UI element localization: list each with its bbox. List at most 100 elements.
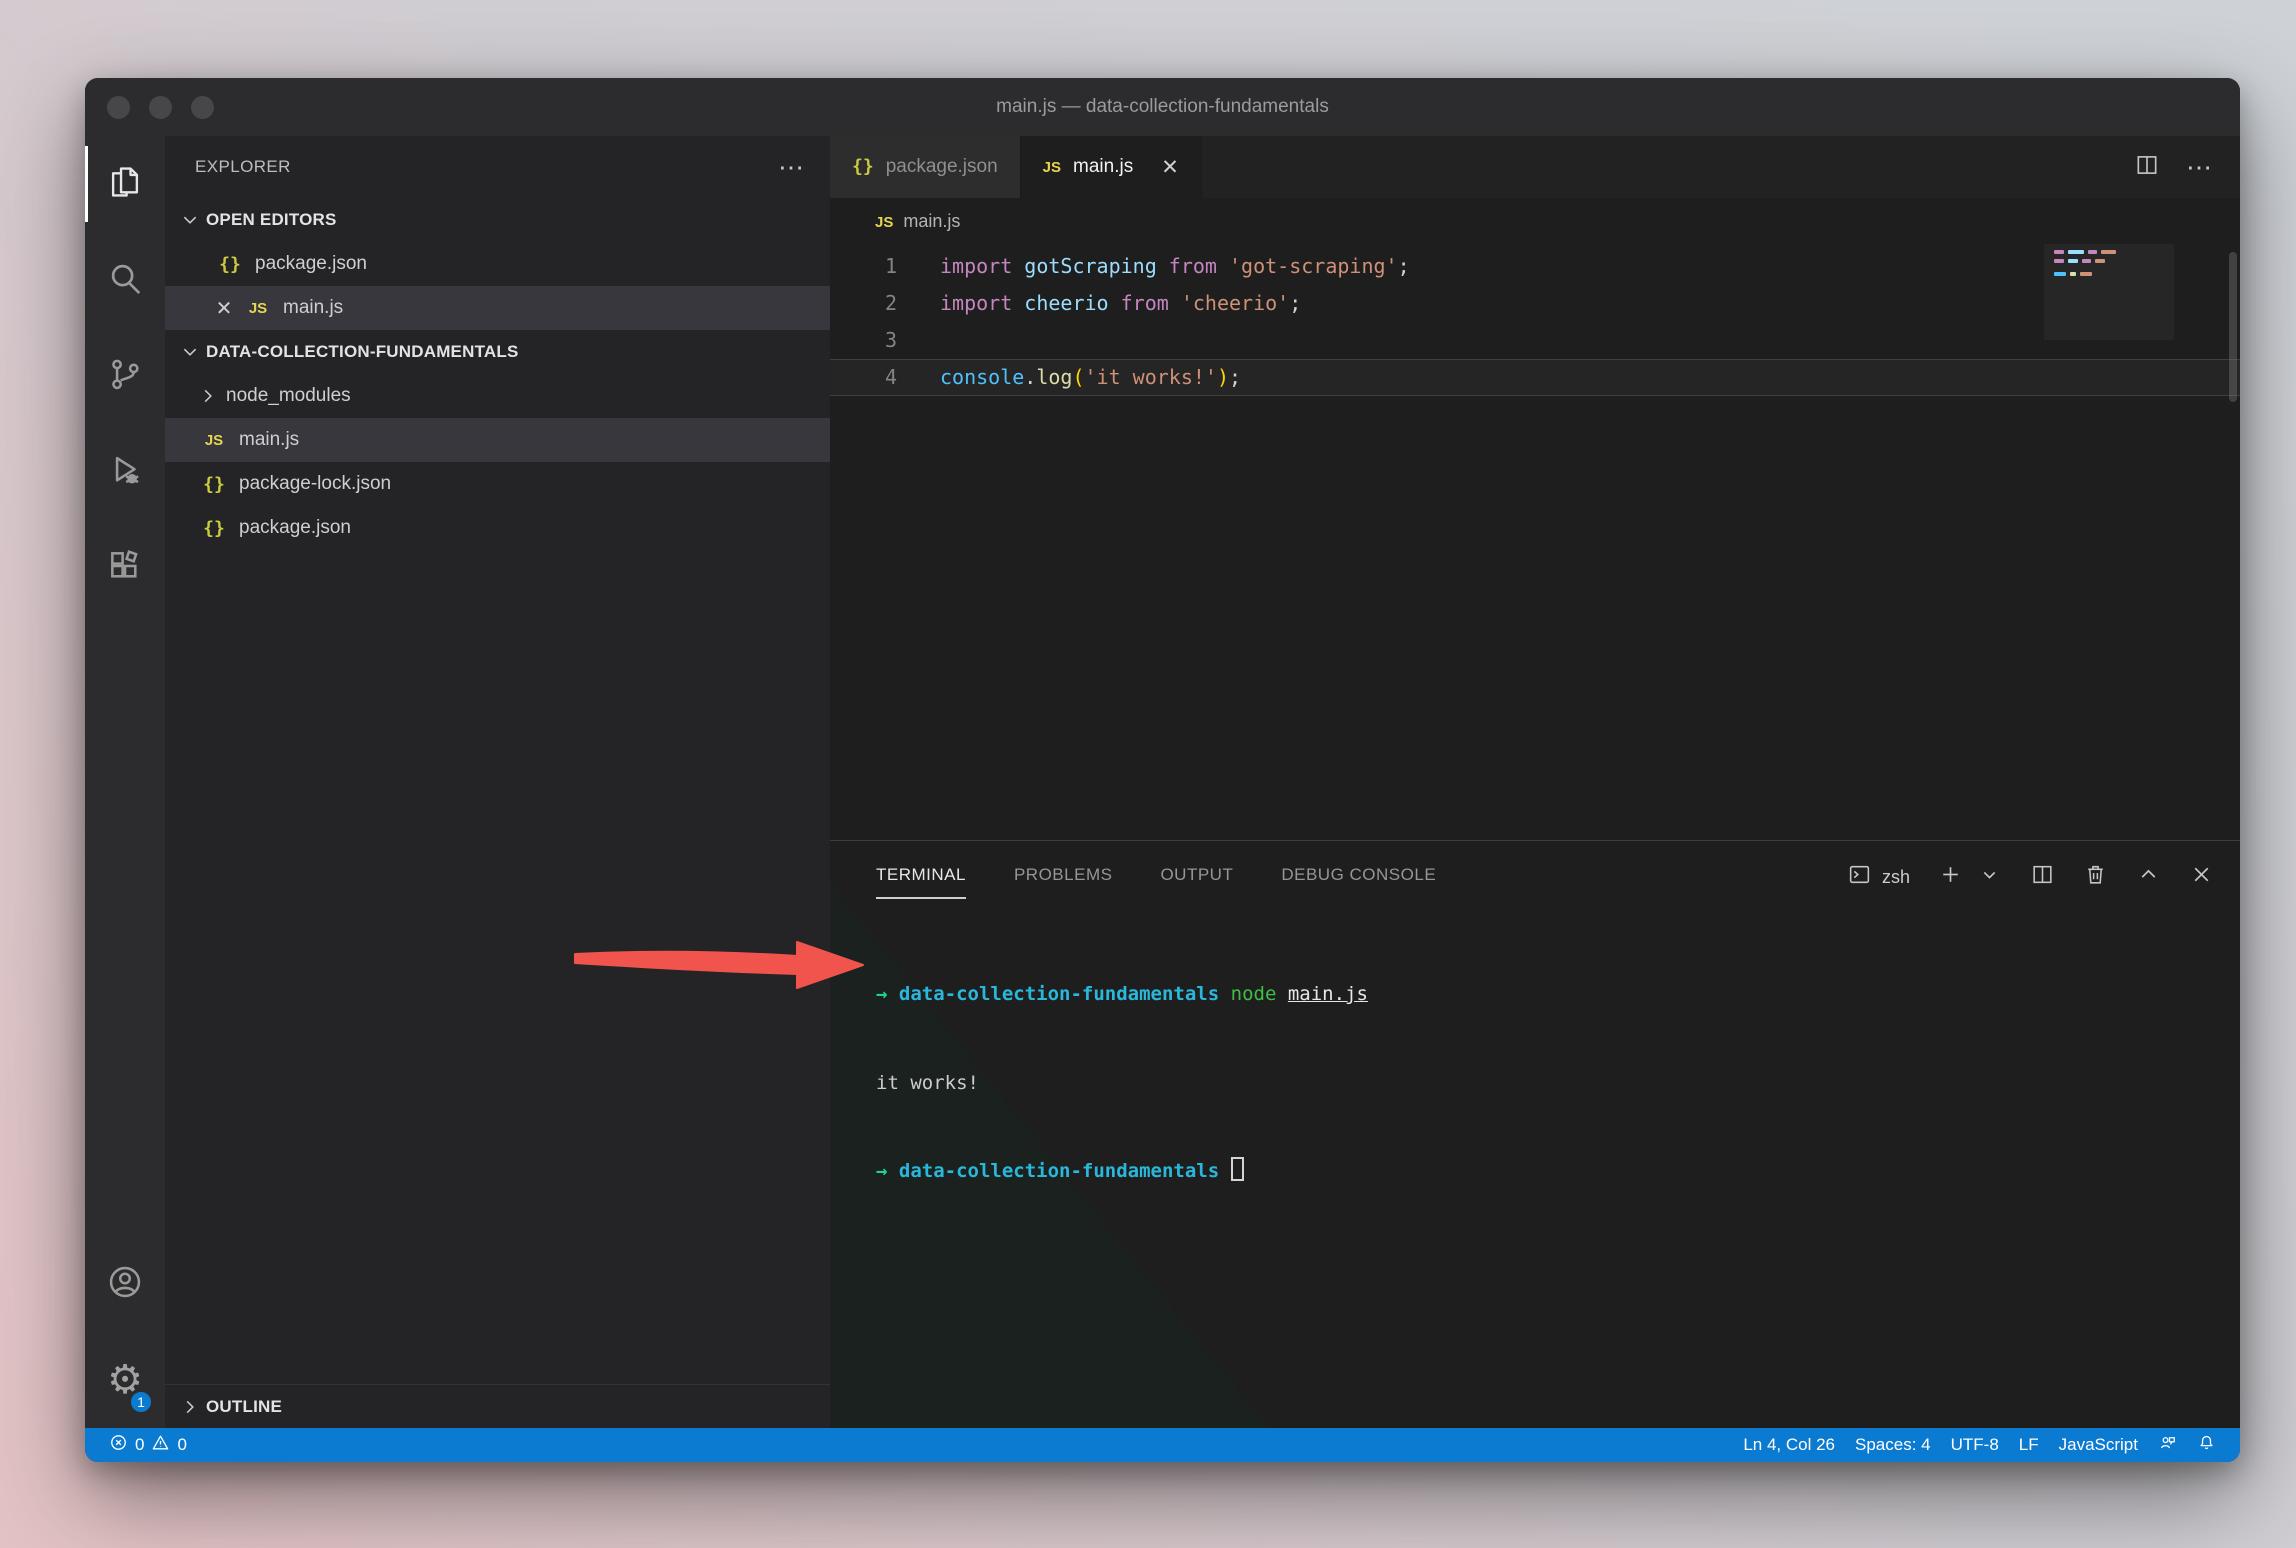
section-folder-root[interactable]: DATA-COLLECTION-FUNDAMENTALS [165, 330, 830, 374]
editor-scrollbar[interactable] [2229, 252, 2237, 402]
settings-badge: 1 [129, 1390, 153, 1414]
more-actions-icon[interactable]: ⋯ [778, 152, 806, 183]
language-mode[interactable]: JavaScript [2049, 1435, 2148, 1455]
maximize-window-button[interactable] [191, 96, 214, 119]
json-file-icon: {} [852, 156, 874, 178]
file-label: package.json [239, 517, 351, 539]
sidebar-item-run-debug[interactable] [85, 424, 165, 520]
open-editor-label: main.js [283, 297, 343, 319]
terminal-content[interactable]: → data-collection-fundamentals node main… [830, 913, 2240, 1246]
breadcrumb[interactable]: JS main.js [830, 198, 2240, 244]
line-number: 3 [830, 322, 897, 359]
indentation[interactable]: Spaces: 4 [1845, 1435, 1941, 1455]
active-indicator [85, 146, 88, 222]
code-editor[interactable]: 1 import gotScraping from 'got-scraping'… [830, 244, 2240, 840]
file-tree-main-js[interactable]: JS main.js [165, 418, 830, 462]
js-file-icon: JS [199, 432, 229, 449]
window-title: main.js — data-collection-fundamentals [85, 96, 2240, 118]
tab-terminal[interactable]: TERMINAL [876, 855, 966, 899]
minimize-window-button[interactable] [149, 96, 172, 119]
sidebar-item-explorer[interactable] [85, 136, 165, 232]
eol-sequence[interactable]: LF [2009, 1435, 2049, 1455]
code-line-1: 1 import gotScraping from 'got-scraping'… [830, 248, 2240, 285]
file-tree-package-lock[interactable]: {} package-lock.json [165, 462, 830, 506]
run-debug-icon [106, 451, 144, 494]
warning-count: 0 [177, 1435, 186, 1455]
js-file-icon: JS [875, 211, 893, 232]
tab-package-json[interactable]: {} package.json [830, 136, 1021, 198]
error-icon [109, 1433, 128, 1457]
tab-main-js[interactable]: JS main.js ✕ [1021, 136, 1202, 198]
launch-profile-chevron-icon[interactable] [1977, 862, 2002, 892]
chevron-right-icon [181, 1398, 199, 1416]
shell-selector[interactable]: zsh [1847, 862, 1910, 892]
file-tree-package-json[interactable]: {} package.json [165, 506, 830, 550]
code-line-3: 3 [830, 322, 2240, 359]
sidebar-item-search[interactable] [85, 232, 165, 328]
panel-header: TERMINAL PROBLEMS OUTPUT DEBUG CONSOLE [830, 841, 2240, 913]
kill-terminal-icon[interactable] [2083, 862, 2108, 892]
bottom-panel: TERMINAL PROBLEMS OUTPUT DEBUG CONSOLE [830, 840, 2240, 1428]
terminal-line-output: it works! [876, 1069, 2240, 1099]
json-file-icon: {} [215, 254, 245, 275]
activity-bar-bottom: ⚙ 1 [85, 1236, 165, 1428]
file-label: main.js [239, 429, 299, 451]
line-number: 4 [830, 359, 897, 396]
account-button[interactable] [85, 1236, 165, 1332]
sidebar-empty-space [165, 550, 830, 1384]
extensions-icon [106, 547, 144, 590]
close-icon[interactable]: ✕ [209, 296, 239, 321]
close-icon[interactable]: ✕ [1161, 155, 1179, 180]
error-count: 0 [135, 1435, 144, 1455]
settings-button[interactable]: ⚙ 1 [85, 1332, 165, 1428]
section-outline[interactable]: OUTLINE [165, 1384, 830, 1428]
encoding[interactable]: UTF-8 [1941, 1435, 2009, 1455]
account-icon [106, 1263, 144, 1306]
more-actions-icon[interactable]: ⋯ [2186, 152, 2214, 183]
sidebar-item-extensions[interactable] [85, 520, 165, 616]
chevron-down-icon [181, 343, 199, 361]
split-editor-icon[interactable] [2134, 152, 2160, 183]
code-line-4-current: 4 console.log('it works!'); [830, 359, 2240, 396]
maximize-panel-icon[interactable] [2136, 862, 2161, 892]
close-panel-icon[interactable] [2189, 862, 2214, 892]
status-bar-right: Ln 4, Col 26 Spaces: 4 UTF-8 LF JavaScri… [1733, 1433, 2226, 1457]
window-controls [107, 96, 214, 119]
tab-debug-console[interactable]: DEBUG CONSOLE [1281, 855, 1436, 899]
terminal-icon [1847, 862, 1872, 892]
sidebar-title: EXPLORER [195, 157, 291, 177]
close-window-button[interactable] [107, 96, 130, 119]
feedback-button[interactable] [2148, 1433, 2187, 1457]
activity-bar: ⚙ 1 [85, 136, 165, 1428]
title-bar: main.js — data-collection-fundamentals [85, 78, 2240, 136]
new-terminal-icon[interactable] [1938, 862, 1963, 892]
sidebar-item-source-control[interactable] [85, 328, 165, 424]
open-editor-package-json[interactable]: {} package.json [165, 242, 830, 286]
search-icon [106, 259, 144, 302]
files-icon [106, 163, 144, 206]
split-terminal-icon[interactable] [2030, 862, 2055, 892]
cursor-position[interactable]: Ln 4, Col 26 [1733, 1435, 1845, 1455]
minimap[interactable] [2054, 250, 2164, 281]
notifications-button[interactable] [2187, 1433, 2226, 1457]
editor-tab-bar: {} package.json JS main.js ✕ ⋯ [830, 136, 2240, 198]
tab-problems[interactable]: PROBLEMS [1014, 855, 1112, 899]
line-number: 1 [830, 248, 897, 285]
chevron-right-icon [199, 387, 217, 405]
js-file-icon: JS [1043, 156, 1061, 178]
file-tree-node-modules[interactable]: node_modules [165, 374, 830, 418]
tab-output[interactable]: OUTPUT [1160, 855, 1233, 899]
warning-icon [151, 1433, 170, 1457]
status-bar: 0 0 Ln 4, Col 26 Spaces: 4 UTF-8 LF Java… [85, 1428, 2240, 1462]
editor-actions: ⋯ [2134, 136, 2240, 198]
json-file-icon: {} [199, 518, 229, 539]
open-editor-main-js[interactable]: ✕ JS main.js [165, 286, 830, 330]
editor-group: {} package.json JS main.js ✕ ⋯ [830, 136, 2240, 1428]
desktop-background: main.js — data-collection-fundamentals [0, 0, 2296, 1548]
terminal-cursor [1231, 1157, 1244, 1181]
section-open-editors[interactable]: OPEN EDITORS [165, 198, 830, 242]
problems-status[interactable]: 0 0 [99, 1428, 197, 1462]
explorer-sidebar: EXPLORER ⋯ OPEN EDITORS {} package.json … [165, 136, 830, 1428]
source-control-icon [106, 355, 144, 398]
line-number: 2 [830, 285, 897, 322]
